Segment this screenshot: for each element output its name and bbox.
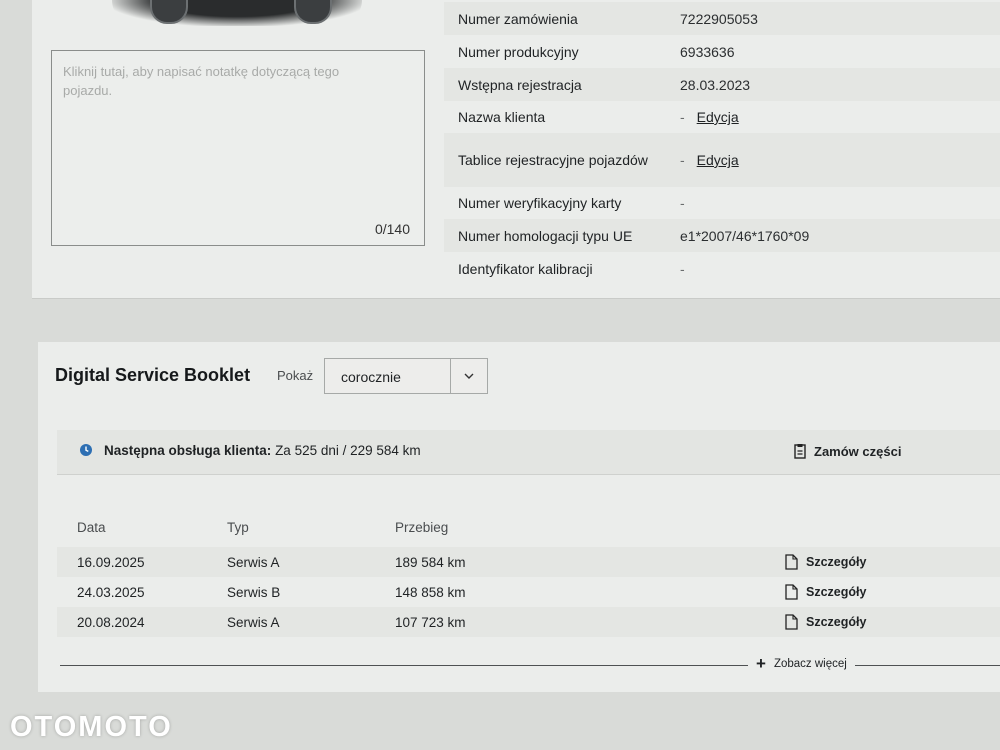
- info-label: Numer produkcyjny: [458, 43, 579, 60]
- info-row-card-verification: Numer weryfikacyjny karty -: [444, 187, 1000, 219]
- info-value: e1*2007/46*1760*09: [680, 227, 810, 244]
- info-value: -: [680, 260, 685, 277]
- plus-icon: +: [756, 654, 766, 673]
- service-booklet-card: Digital Service Booklet Pokaż corocznie …: [38, 342, 1000, 692]
- vehicle-notes-textarea[interactable]: Kliknij tutaj, aby napisać notatkę dotyc…: [51, 50, 425, 246]
- vehicle-info-table: Numer zamówienia 7222905053 Numer produk…: [444, 2, 1000, 285]
- info-row-order-number: Numer zamówienia 7222905053: [444, 2, 1000, 35]
- interval-select[interactable]: corocznie: [324, 358, 488, 394]
- info-label: Identyfikator kalibracji: [458, 260, 593, 277]
- info-label: Numer zamówienia: [458, 10, 578, 27]
- info-label: Wstępna rejestracja: [458, 76, 582, 93]
- otomoto-watermark: OTOMOTO: [10, 711, 173, 743]
- show-label: Pokaż: [277, 368, 314, 383]
- service-date: 16.09.2025: [77, 554, 145, 570]
- table-header: Data Typ Przebieg: [57, 512, 1000, 542]
- empty-value: -: [680, 152, 685, 168]
- info-row-calibration-id: Identyfikator kalibracji -: [444, 252, 1000, 285]
- details-button[interactable]: Szczegóły: [785, 584, 866, 600]
- next-service-text: Następna obsługa klienta: Za 525 dni / 2…: [104, 443, 421, 458]
- edit-license-plates-link[interactable]: Edycja: [697, 152, 739, 168]
- service-date: 24.03.2025: [77, 584, 145, 600]
- info-label: Numer weryfikacyjny karty: [458, 195, 622, 211]
- empty-value: -: [680, 109, 685, 125]
- info-value: 7222905053: [680, 10, 758, 27]
- info-value: - Edycja: [680, 152, 739, 168]
- edit-customer-name-link[interactable]: Edycja: [697, 109, 739, 125]
- details-button[interactable]: Szczegóły: [785, 554, 866, 570]
- service-mileage: 107 723 km: [395, 614, 466, 630]
- column-header-date: Data: [77, 519, 106, 535]
- info-label: Nazwa klienta: [458, 109, 546, 125]
- info-value: -: [680, 195, 685, 211]
- service-history-table: Data Typ Przebieg 16.09.2025 Serwis A 18…: [57, 512, 1000, 637]
- order-parts-button[interactable]: Zamów części: [794, 444, 901, 459]
- next-service-banner: Następna obsługa klienta: Za 525 dni / 2…: [57, 430, 1000, 475]
- see-more-label: Zobacz więcej: [773, 657, 847, 670]
- divider: [60, 665, 1000, 666]
- service-mileage: 148 858 km: [395, 584, 466, 600]
- info-row-first-registration: Wstępna rejestracja 28.03.2023: [444, 68, 1000, 101]
- interval-select-value: corocznie: [341, 369, 401, 385]
- service-type: Serwis A: [227, 554, 280, 570]
- vehicle-info-card: Kliknij tutaj, aby napisać notatkę dotyc…: [32, 0, 1000, 299]
- service-mileage: 189 584 km: [395, 554, 466, 570]
- page: Kliknij tutaj, aby napisać notatkę dotyc…: [0, 0, 1000, 750]
- details-label: Szczegóły: [806, 555, 867, 569]
- details-button[interactable]: Szczegóły: [785, 614, 866, 630]
- info-value: 28.03.2023: [680, 76, 751, 93]
- service-date: 20.08.2024: [77, 614, 145, 630]
- chevron-down-icon[interactable]: [450, 359, 487, 393]
- document-icon: [785, 554, 798, 570]
- details-label: Szczegóły: [806, 615, 867, 629]
- column-header-mileage: Przebieg: [395, 519, 449, 535]
- info-value: 6933636: [680, 43, 735, 60]
- table-row: 20.08.2024 Serwis A 107 723 km Szczegóły: [57, 607, 1000, 637]
- service-booklet-title: Digital Service Booklet: [55, 365, 251, 385]
- info-row-eu-type-approval: Numer homologacji typu UE e1*2007/46*176…: [444, 219, 1000, 252]
- details-label: Szczegóły: [806, 585, 867, 599]
- info-label: Tablice rejestracyjne pojazdów: [458, 152, 648, 168]
- info-row-customer-name: Nazwa klienta - Edycja: [444, 101, 1000, 133]
- table-row: 16.09.2025 Serwis A 189 584 km Szczegóły: [57, 547, 1000, 577]
- next-service-label: Następna obsługa klienta:: [104, 443, 272, 458]
- info-row-production-number: Numer produkcyjny 6933636: [444, 35, 1000, 68]
- parts-document-icon: [794, 444, 806, 459]
- table-row: 24.03.2025 Serwis B 148 858 km Szczegóły: [57, 577, 1000, 607]
- next-service-value: Za 525 dni / 229 584 km: [275, 443, 421, 458]
- service-type: Serwis A: [227, 614, 280, 630]
- clock-icon: [80, 444, 92, 456]
- column-header-type: Typ: [227, 519, 249, 535]
- notes-placeholder: Kliknij tutaj, aby napisać notatkę dotyc…: [63, 64, 340, 98]
- see-more-button[interactable]: + Zobacz więcej: [748, 655, 855, 672]
- service-type: Serwis B: [227, 584, 281, 600]
- document-icon: [785, 614, 798, 630]
- document-icon: [785, 584, 798, 600]
- info-value: - Edycja: [680, 109, 739, 125]
- notes-char-counter: 0/140: [374, 221, 410, 237]
- info-row-license-plates: Tablice rejestracyjne pojazdów - Edycja: [444, 133, 1000, 187]
- order-parts-label: Zamów części: [814, 444, 902, 459]
- info-label: Numer homologacji typu UE: [458, 227, 633, 244]
